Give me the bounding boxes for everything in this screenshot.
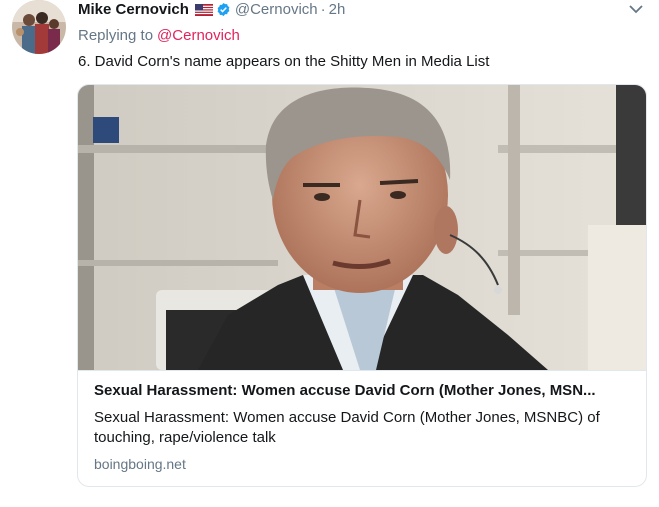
card-body[interactable]: Sexual Harassment: Women accuse David Co… <box>78 370 646 486</box>
link-card[interactable]: Sexual Harassment: Women accuse David Co… <box>77 84 647 487</box>
tweet-text: 6. David Corn's name appears on the Shit… <box>78 53 490 70</box>
chevron-down-icon[interactable] <box>628 2 644 14</box>
card-image[interactable] <box>78 85 646 370</box>
user-handle[interactable]: @Cernovich <box>235 1 318 18</box>
replying-to-label: Replying to <box>78 27 154 44</box>
card-title[interactable]: Sexual Harassment: Women accuse David Co… <box>94 382 634 399</box>
us-flag-icon <box>194 3 213 16</box>
tweet[interactable]: Mike Cernovich @Cernovich · 2h Replying … <box>0 0 659 507</box>
replying-to: Replying to @Cernovich <box>78 27 240 44</box>
separator-dot: · <box>320 0 326 18</box>
timestamp[interactable]: 2h <box>329 1 346 18</box>
card-description: Sexual Harassment: Women accuse David Co… <box>94 409 600 446</box>
reply-handle-link[interactable]: @Cernovich <box>157 27 240 44</box>
verified-badge-icon <box>216 2 231 17</box>
display-name[interactable]: Mike Cernovich <box>78 1 189 18</box>
tweet-header: Mike Cernovich @Cernovich · 2h <box>78 0 345 18</box>
card-domain[interactable]: boingboing.net <box>94 456 186 472</box>
avatar[interactable] <box>12 0 66 54</box>
